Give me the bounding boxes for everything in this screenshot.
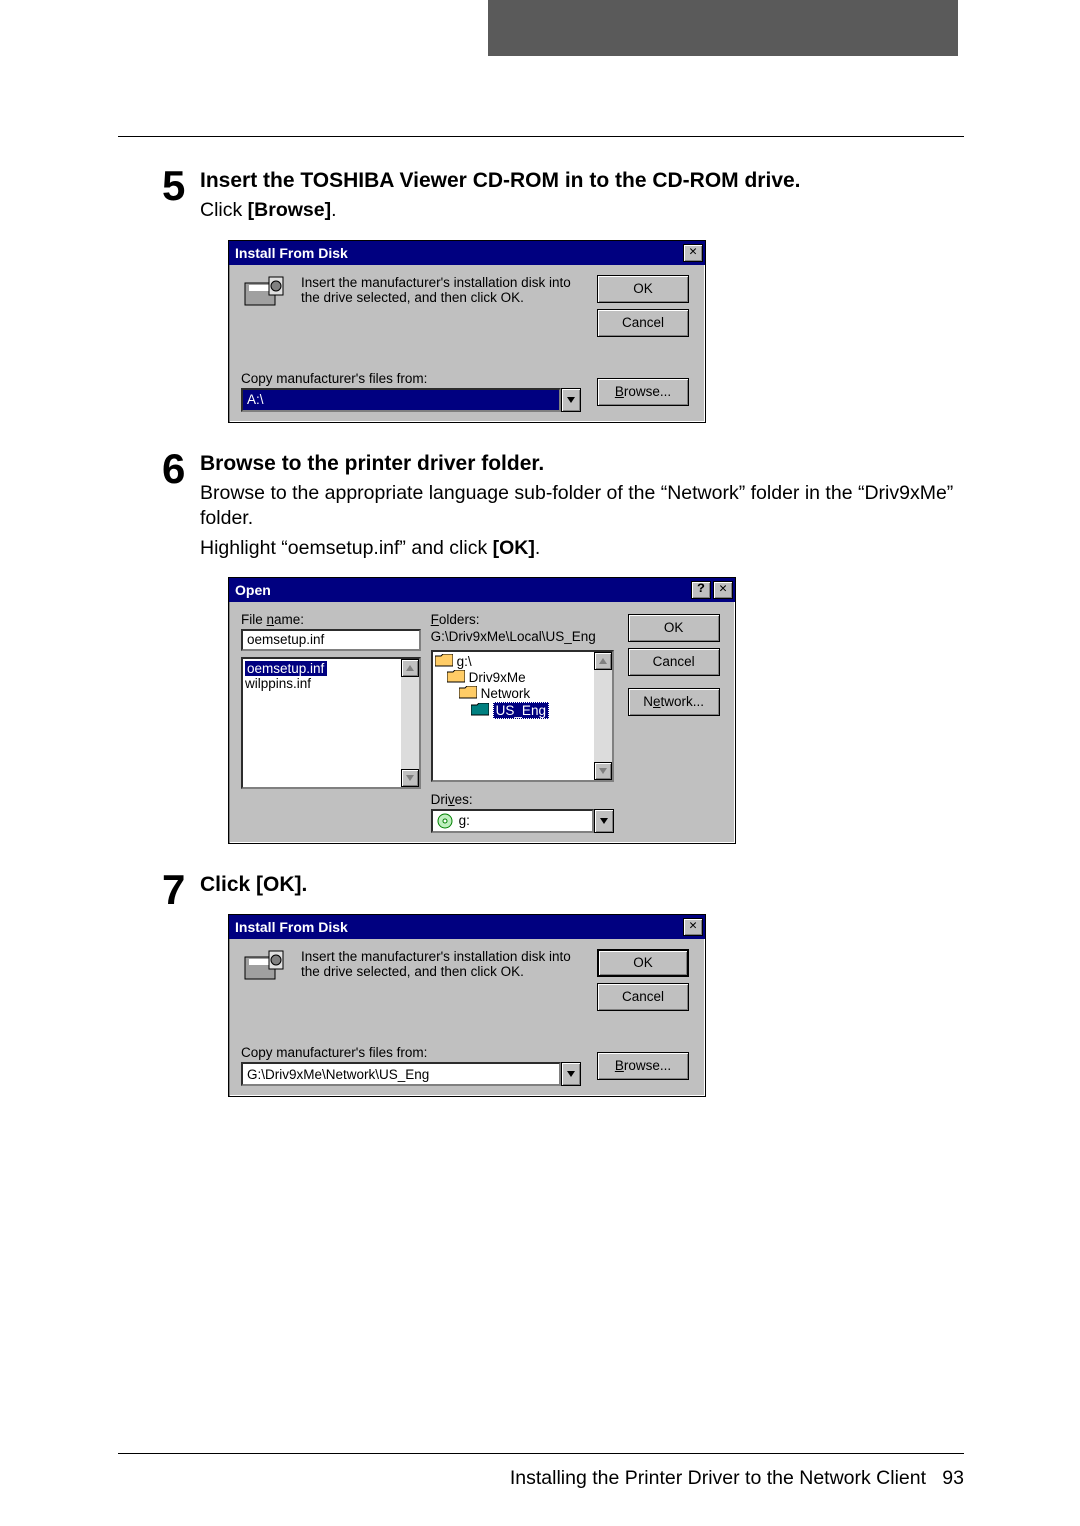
drives-field[interactable]: g:: [431, 809, 595, 833]
step-5-body-pre: Click: [200, 199, 248, 221]
folder-tree[interactable]: g:\ Driv9xMe Network: [431, 650, 615, 782]
step-6: 6 Browse to the printer driver folder. B…: [200, 451, 970, 844]
folder-open-icon: [447, 670, 465, 684]
floppy-icon: [241, 949, 289, 1017]
chevron-down-icon[interactable]: [561, 1062, 581, 1086]
top-bar-dark: [488, 0, 958, 56]
dialog2-title: Install From Disk: [235, 919, 348, 935]
dialog1-message: Insert the manufacturer's installation d…: [301, 275, 581, 343]
step-7: 7 Click [OK]. Install From Disk ✕ Insert…: [200, 872, 970, 1097]
copy-from-label: Copy manufacturer's files from:: [241, 1045, 581, 1060]
folder-item[interactable]: Network: [435, 686, 593, 702]
step-5-number: 5: [162, 162, 185, 210]
cdrom-icon: [437, 813, 453, 829]
browse-rest: rowse...: [624, 384, 671, 399]
network-button[interactable]: Network...: [628, 688, 720, 716]
open-dialog: Open ? ✕ File name: oemsetup.inf: [228, 577, 736, 844]
step-5-body: Click [Browse].: [200, 198, 970, 223]
folder-item[interactable]: US_Eng: [435, 702, 593, 720]
footer-text: Installing the Printer Driver to the Net…: [510, 1467, 926, 1489]
step-6-number: 6: [162, 445, 185, 493]
install-from-disk-dialog-1: Install From Disk ✕ Insert the manufactu…: [228, 240, 706, 423]
scroll-down-icon[interactable]: [594, 762, 612, 780]
open-title: Open: [235, 582, 271, 598]
scroll-up-icon[interactable]: [401, 659, 419, 677]
ok-button[interactable]: OK: [628, 614, 720, 642]
chevron-down-icon[interactable]: [594, 809, 614, 833]
step-7-number: 7: [162, 866, 185, 914]
install-from-disk-dialog-2: Install From Disk ✕ Insert the manufactu…: [228, 914, 706, 1097]
open-titlebar: Open ? ✕: [229, 578, 735, 602]
step-6-body2-post: .: [535, 537, 540, 559]
filename-input[interactable]: oemsetup.inf: [241, 629, 421, 651]
close-icon[interactable]: ✕: [713, 581, 733, 599]
close-icon[interactable]: ✕: [683, 244, 703, 262]
copy-from-field[interactable]: A:\: [241, 388, 561, 412]
scrollbar[interactable]: [594, 652, 612, 780]
folder-item[interactable]: Driv9xMe: [435, 670, 593, 686]
step-6-heading: Browse to the printer driver folder.: [200, 451, 970, 477]
step-6-body1: Browse to the appropriate language sub-f…: [200, 481, 970, 532]
page-footer: Installing the Printer Driver to the Net…: [510, 1467, 964, 1490]
browse-button[interactable]: Browse...: [597, 378, 689, 406]
folders-label: Folders:: [431, 612, 615, 627]
folder-open-icon: [459, 686, 477, 700]
help-icon[interactable]: ?: [691, 581, 711, 599]
browse-button[interactable]: Browse...: [597, 1052, 689, 1080]
browse-mnemonic: B: [615, 1058, 624, 1073]
copy-from-combo[interactable]: G:\Driv9xMe\Network\US_Eng: [241, 1062, 581, 1086]
dialog1-title: Install From Disk: [235, 245, 348, 261]
ok-button[interactable]: OK: [597, 275, 689, 303]
rule-bottom: [118, 1453, 964, 1454]
chevron-down-icon[interactable]: [561, 388, 581, 412]
step-7-heading: Click [OK].: [200, 872, 970, 898]
step-6-body2: Highlight “oemsetup.inf” and click [OK].: [200, 536, 970, 561]
rule-top: [118, 136, 964, 137]
copy-from-field[interactable]: G:\Driv9xMe\Network\US_Eng: [241, 1062, 561, 1086]
copy-from-combo[interactable]: A:\: [241, 388, 581, 412]
step-6-body2-bold: [OK]: [493, 537, 535, 559]
step-5-body-bold: [Browse]: [248, 199, 331, 221]
dialog2-message: Insert the manufacturer's installation d…: [301, 949, 581, 1017]
file-listbox[interactable]: oemsetup.inf wilppins.inf: [241, 657, 421, 789]
browse-rest: rowse...: [624, 1058, 671, 1073]
browse-mnemonic: B: [615, 384, 624, 399]
cancel-button[interactable]: Cancel: [628, 648, 720, 676]
list-item[interactable]: wilppins.inf: [245, 676, 399, 691]
step-5-heading: Insert the TOSHIBA Viewer CD-ROM in to t…: [200, 168, 970, 194]
dialog1-titlebar: Install From Disk ✕: [229, 241, 705, 265]
cancel-button[interactable]: Cancel: [597, 983, 689, 1011]
folder-open-icon: [435, 654, 453, 668]
scroll-down-icon[interactable]: [401, 769, 419, 787]
step-6-body2-pre: Highlight “oemsetup.inf” and click: [200, 537, 493, 559]
top-bar: [0, 0, 1080, 56]
drives-combo[interactable]: g:: [431, 809, 615, 833]
footer-page: 93: [942, 1467, 964, 1489]
dialog2-titlebar: Install From Disk ✕: [229, 915, 705, 939]
copy-from-label: Copy manufacturer's files from:: [241, 371, 581, 386]
scroll-up-icon[interactable]: [594, 652, 612, 670]
list-item[interactable]: oemsetup.inf: [245, 661, 399, 676]
filename-label: File name:: [241, 612, 421, 627]
cancel-button[interactable]: Cancel: [597, 309, 689, 337]
ok-button[interactable]: OK: [597, 949, 689, 977]
close-icon[interactable]: ✕: [683, 918, 703, 936]
floppy-icon: [241, 275, 289, 343]
scrollbar[interactable]: [401, 659, 419, 787]
folder-open-icon: [471, 703, 489, 717]
folder-item[interactable]: g:\: [435, 654, 593, 670]
drives-label: Drives:: [431, 792, 615, 807]
step-5-body-post: .: [331, 199, 336, 221]
step-5: 5 Insert the TOSHIBA Viewer CD-ROM in to…: [200, 168, 970, 423]
folders-path: G:\Driv9xMe\Local\US_Eng: [431, 629, 615, 644]
